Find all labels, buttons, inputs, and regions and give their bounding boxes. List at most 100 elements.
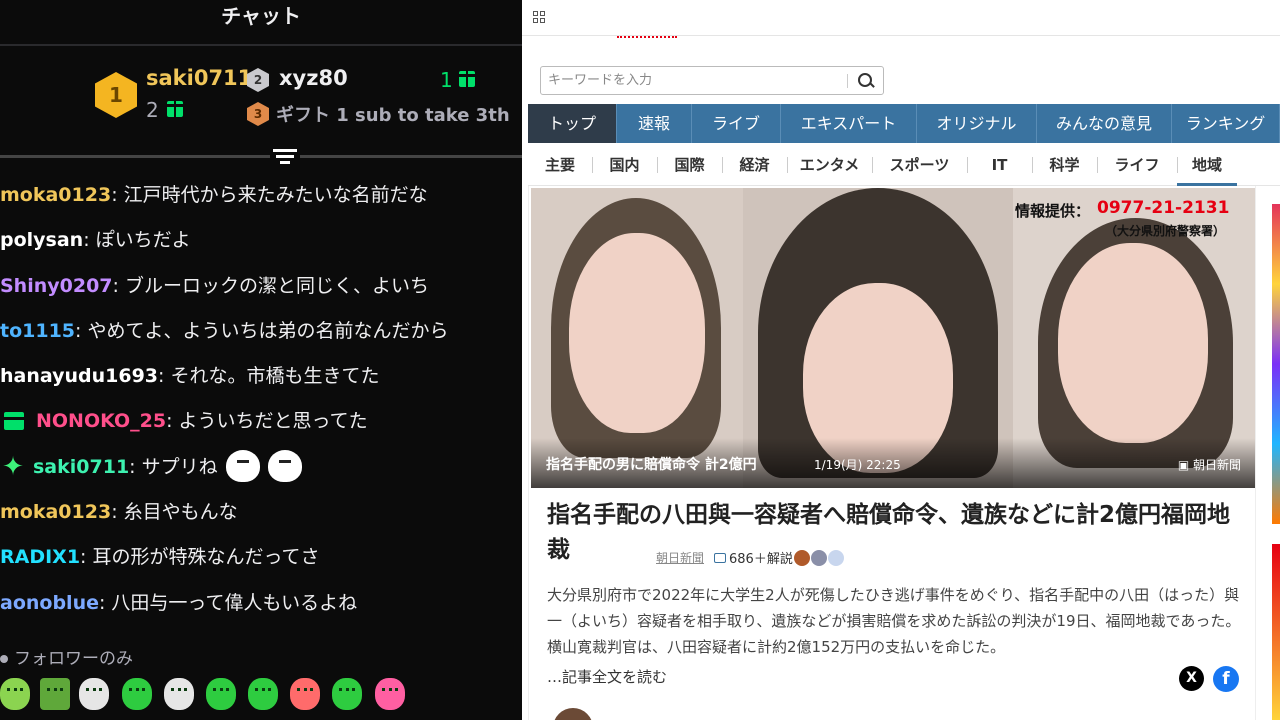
- category-science[interactable]: 科学: [1032, 144, 1097, 186]
- sparkle-badge-icon: ✦: [2, 451, 24, 482]
- follower-only-note: フォロワーのみ: [0, 644, 133, 669]
- chat-message: ✦ saki0711: サプリね: [0, 449, 522, 495]
- tab-expert[interactable]: エキスパート: [781, 104, 917, 143]
- tab-original[interactable]: オリジナル: [917, 104, 1037, 143]
- emote-icon[interactable]: [79, 678, 109, 710]
- emote-icon[interactable]: [206, 678, 236, 710]
- emote-picker-row: [0, 676, 522, 716]
- chat-text: : 江戸時代から来たみたいな名前だな: [111, 184, 428, 206]
- emote-icon[interactable]: [290, 678, 320, 710]
- category-international[interactable]: 国際: [657, 144, 722, 186]
- category-nav: 主要 国内 国際 経済 エンタメ スポーツ IT 科学 ライフ 地域: [528, 144, 1280, 186]
- leader-1-name[interactable]: saki0711: [146, 66, 252, 90]
- chat-message: hanayudu1693: それな。市橋も生きてた: [0, 359, 522, 404]
- emote-icon[interactable]: [122, 678, 152, 710]
- hero-headline: 指名手配の男に賠償命令 計2億円: [546, 457, 757, 473]
- search-input[interactable]: [541, 67, 851, 94]
- collapse-handle-icon[interactable]: [270, 146, 300, 168]
- category-life[interactable]: ライフ: [1097, 144, 1177, 186]
- leader-3-cta[interactable]: ギフト 1 sub to take 3th: [276, 101, 510, 127]
- category-main[interactable]: 主要: [528, 144, 592, 186]
- chat-message: moka0123: 糸目やもんな: [0, 495, 522, 540]
- share-x-icon[interactable]: X: [1179, 666, 1204, 691]
- chat-username[interactable]: to1115: [0, 314, 75, 348]
- chat-username[interactable]: moka0123: [0, 495, 111, 529]
- avatar: [553, 708, 593, 720]
- side-ad[interactable]: [1272, 204, 1280, 524]
- apps-grid-icon[interactable]: [533, 11, 545, 23]
- bird-emote-icon: [267, 449, 302, 482]
- chat-title: チャット: [221, 4, 301, 28]
- leader-2-name[interactable]: xyz80: [279, 66, 348, 90]
- chat-text: : 耳の形が特殊なんだってさ: [80, 546, 320, 569]
- hero-credit: ▣ 朝日新聞: [1178, 456, 1241, 473]
- rank-3-badge: 3: [247, 102, 269, 126]
- chat-panel: チャット 1 saki0711 2 2 xyz80 1 3 ギフト 1 sub …: [0, 0, 522, 720]
- article-title[interactable]: 指名手配の八田與一容疑者へ賠償命令、遺族などに計2億円福岡地裁: [547, 498, 1247, 568]
- browser-window: トップ 速報 ライブ エキスパート オリジナル みんなの意見 ランキング 主要 …: [522, 0, 1280, 720]
- chat-message: Shiny0207: ブルーロックの潔と同じく、よいち: [0, 269, 522, 314]
- gift-leaderboard: 1 saki0711 2 2 xyz80 1 3 ギフト 1 sub to ta…: [0, 60, 522, 160]
- chat-text: : ブルーロックの潔と同じく、よいち: [112, 274, 429, 297]
- tab-opinions[interactable]: みんなの意見: [1037, 104, 1172, 143]
- global-nav: トップ 速報 ライブ エキスパート オリジナル みんなの意見 ランキング: [528, 104, 1280, 143]
- rank-1-badge: 1: [95, 72, 137, 118]
- chat-message: polysan: ぽいちだよ: [0, 223, 522, 268]
- chat-username[interactable]: polysan: [0, 223, 83, 257]
- emote-icon[interactable]: [164, 678, 194, 710]
- gift-badge-icon: [4, 412, 24, 431]
- avatar: [793, 549, 810, 566]
- chat-username[interactable]: saki0711: [33, 450, 129, 484]
- chat-message: RADIX1: 耳の形が特殊なんだってさ: [0, 540, 522, 585]
- chat-message-list: moka0123: 江戸時代から来たみたいな名前だな polysan: ぽいちだよ…: [0, 178, 522, 631]
- category-sports[interactable]: スポーツ: [872, 144, 967, 186]
- chat-username[interactable]: aonoblue: [0, 586, 99, 620]
- emote-icon[interactable]: [0, 678, 30, 710]
- avatar: [827, 549, 844, 566]
- avatar: [810, 549, 827, 566]
- chat-username[interactable]: hanayudu1693: [0, 359, 158, 393]
- chat-text: : サプリね: [129, 455, 218, 478]
- chat-message: aonoblue: 八田与一って偉人もいるよね: [0, 586, 522, 631]
- comment-count[interactable]: 686＋解説: [729, 548, 793, 567]
- emote-icon[interactable]: [332, 678, 362, 710]
- site-logo-fragment: [617, 30, 677, 38]
- hero-credit-label: 朝日新聞: [1192, 458, 1241, 472]
- gift-icon: [457, 71, 477, 87]
- share-facebook-icon[interactable]: f: [1213, 666, 1239, 692]
- bird-emote-icon: [225, 449, 260, 482]
- category-domestic[interactable]: 国内: [592, 144, 657, 186]
- search-icon[interactable]: [853, 70, 877, 92]
- leader-1-count: 2: [146, 98, 159, 122]
- leader-2-count: 1: [440, 68, 453, 92]
- emote-icon[interactable]: [248, 678, 278, 710]
- article-source[interactable]: 朝日新聞: [656, 549, 704, 566]
- chat-text: : ぽいちだよ: [83, 229, 191, 252]
- search-box: [540, 66, 884, 95]
- chat-text: : 八田与一って偉人もいるよね: [98, 591, 358, 614]
- category-local[interactable]: 地域: [1177, 144, 1237, 186]
- tab-top[interactable]: トップ: [528, 104, 617, 143]
- chat-username[interactable]: NONOKO_25: [36, 404, 166, 438]
- article-hero-image[interactable]: 情報提供： 0977-21-2131 （大分県別府警察署） 指名手配の男に賠償命…: [531, 188, 1255, 488]
- camera-icon: ▣: [1177, 458, 1190, 472]
- gift-icon: [165, 101, 185, 117]
- tab-ranking[interactable]: ランキング: [1172, 104, 1280, 143]
- emote-icon[interactable]: [40, 678, 70, 710]
- chat-username[interactable]: RADIX1: [0, 540, 80, 574]
- category-economy[interactable]: 経済: [722, 144, 787, 186]
- top-article: 情報提供： 0977-21-2131 （大分県別府警察署） 指名手配の男に賠償命…: [528, 186, 1256, 720]
- side-ad[interactable]: [1272, 544, 1280, 720]
- hero-tel-number: 0977-21-2131: [1097, 198, 1230, 218]
- chat-username[interactable]: moka0123: [0, 178, 111, 212]
- tab-live[interactable]: ライブ: [692, 104, 781, 143]
- read-more-link[interactable]: …記事全文を読む: [547, 666, 667, 687]
- category-it[interactable]: IT: [967, 144, 1032, 186]
- chat-message: moka0123: 江戸時代から来たみたいな名前だな: [0, 178, 522, 223]
- chat-username[interactable]: Shiny0207: [0, 269, 113, 303]
- category-entertainment[interactable]: エンタメ: [787, 144, 872, 186]
- chat-message: to1115: やめてよ、よういちは弟の名前なんだから: [0, 314, 522, 359]
- emote-icon[interactable]: [375, 678, 405, 710]
- tab-breaking[interactable]: 速報: [617, 104, 692, 143]
- chat-text: : よういちだと思ってた: [166, 410, 368, 433]
